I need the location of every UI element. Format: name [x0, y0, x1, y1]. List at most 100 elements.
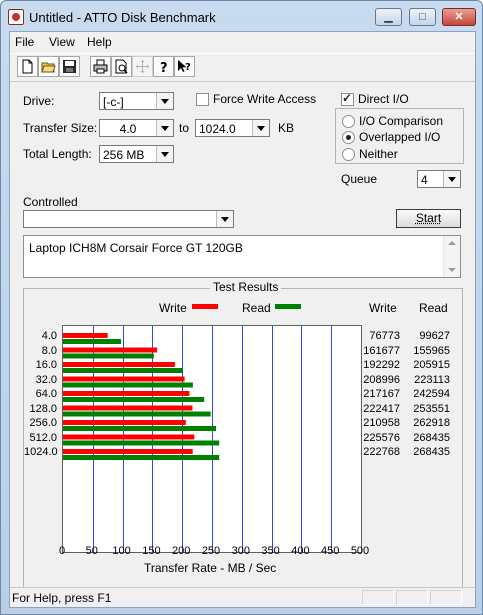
write-bar	[63, 391, 190, 396]
open-folder-icon[interactable]	[38, 56, 59, 77]
read-bar	[63, 353, 154, 359]
category-label: 16.0	[35, 359, 57, 371]
title-bar[interactable]: Untitled - ATTO Disk Benchmark ▁ □ ✕	[1, 1, 482, 31]
kb-label: KB	[278, 121, 295, 135]
read-bar	[63, 382, 193, 388]
neither-radio[interactable]	[342, 148, 355, 161]
write-bar	[63, 420, 186, 425]
read-legend-swatch	[275, 304, 301, 309]
description-textarea[interactable]: Laptop ICH8M Corsair Force GT 120GB	[23, 235, 461, 278]
read-bar	[63, 440, 220, 446]
read-value: 262918	[413, 417, 450, 429]
test-results-panel: Test Results Write Read Write Read 4.0 8.…	[23, 280, 463, 588]
write-bar	[63, 405, 193, 411]
x-tick-label: 350	[261, 545, 280, 557]
write-bar	[63, 347, 158, 353]
chevron-down-icon[interactable]	[156, 120, 173, 136]
read-column-header: Read	[419, 301, 448, 315]
chevron-down-icon[interactable]	[443, 171, 460, 187]
category-label: 1024.0	[24, 446, 58, 458]
status-bar: For Help, press F1	[10, 587, 475, 608]
queue-select[interactable]: 4	[417, 170, 461, 188]
menu-file[interactable]: File	[15, 35, 34, 49]
test-results-title: Test Results	[210, 280, 282, 294]
io-comparison-radio[interactable]	[342, 115, 355, 128]
read-bar	[63, 426, 216, 431]
chevron-down-icon[interactable]	[156, 93, 173, 109]
x-tick-label: 400	[291, 545, 310, 557]
read-bar	[63, 397, 205, 402]
chevron-down-icon[interactable]	[216, 211, 233, 227]
scroll-down-icon[interactable]	[448, 268, 456, 272]
status-pane	[396, 590, 428, 605]
io-comparison-label: I/O Comparison	[359, 114, 444, 128]
print-icon[interactable]	[90, 56, 111, 77]
read-bar	[63, 455, 220, 460]
overlapped-io-label: Overlapped I/O	[359, 130, 441, 144]
save-icon[interactable]	[59, 56, 80, 77]
write-bar	[63, 333, 108, 338]
status-pane	[362, 590, 394, 605]
print-preview-icon[interactable]	[111, 56, 132, 77]
transfer-size-from-select[interactable]: 4.0	[99, 119, 174, 137]
drive-select[interactable]: [-c-]	[99, 92, 174, 110]
minimize-button[interactable]: ▁	[375, 8, 402, 26]
force-write-checkbox[interactable]	[196, 93, 209, 106]
write-bar	[63, 434, 195, 440]
scroll-up-icon[interactable]	[448, 241, 456, 245]
drive-label: Drive:	[23, 94, 55, 108]
move-icon[interactable]	[132, 56, 153, 77]
total-length-label: Total Length:	[23, 147, 92, 161]
category-label: 512.0	[29, 431, 57, 444]
read-value: 99627	[419, 330, 450, 342]
write-bar	[63, 362, 175, 367]
x-tick-label: 450	[321, 545, 340, 557]
transfer-size-to-select[interactable]: 1024.0	[195, 119, 270, 137]
read-value: 242594	[413, 388, 450, 400]
category-label: 8.0	[41, 344, 57, 357]
category-label: 32.0	[35, 373, 57, 386]
write-bar	[63, 376, 185, 382]
chevron-down-icon[interactable]	[252, 120, 269, 136]
write-legend-label: Write	[159, 301, 187, 315]
transfer-rate-plot	[62, 325, 362, 553]
x-tick-label: 50	[85, 545, 98, 557]
read-bar	[63, 339, 121, 344]
context-help-icon[interactable]: ?	[174, 56, 195, 77]
total-length-select[interactable]: 256 MB	[99, 145, 174, 163]
force-write-label: Force Write Access	[213, 92, 317, 106]
menu-help[interactable]: Help	[87, 35, 112, 49]
read-bar	[63, 368, 183, 373]
description-scrollbar[interactable]	[443, 236, 460, 277]
x-tick-label: 250	[201, 545, 221, 557]
help-icon[interactable]: ?	[153, 56, 174, 77]
category-label: 4.0	[41, 330, 57, 342]
status-text: For Help, press F1	[12, 591, 112, 605]
start-button[interactable]: Start	[396, 209, 461, 228]
menu-view[interactable]: View	[49, 35, 75, 49]
category-label: 64.0	[35, 388, 57, 400]
new-file-icon[interactable]	[17, 56, 38, 77]
x-tick-label: 200	[172, 545, 191, 557]
direct-io-checkbox[interactable]	[341, 91, 354, 106]
chevron-down-icon[interactable]	[156, 146, 173, 162]
close-button[interactable]: ✕	[442, 8, 476, 26]
read-value: 268435	[413, 446, 450, 458]
read-value: 155965	[413, 344, 450, 357]
x-tick-label: 300	[231, 545, 250, 557]
read-value: 223113	[414, 373, 450, 386]
maximize-button[interactable]: □	[409, 8, 436, 26]
write-legend-swatch	[192, 304, 218, 309]
controlled-label: Controlled	[23, 195, 78, 209]
description-text: Laptop ICH8M Corsair Force GT 120GB	[29, 241, 243, 255]
x-tick-label: 150	[142, 545, 161, 557]
direct-io-label: Direct I/O	[358, 92, 409, 106]
status-pane	[430, 590, 462, 605]
app-logo-icon	[8, 9, 24, 25]
read-value: 253551	[413, 402, 450, 415]
x-tick-label: 0	[58, 545, 66, 557]
overlapped-io-radio[interactable]	[342, 131, 355, 144]
controlled-select[interactable]	[23, 210, 234, 228]
to-label: to	[179, 121, 190, 135]
write-column-header: Write	[369, 301, 397, 315]
